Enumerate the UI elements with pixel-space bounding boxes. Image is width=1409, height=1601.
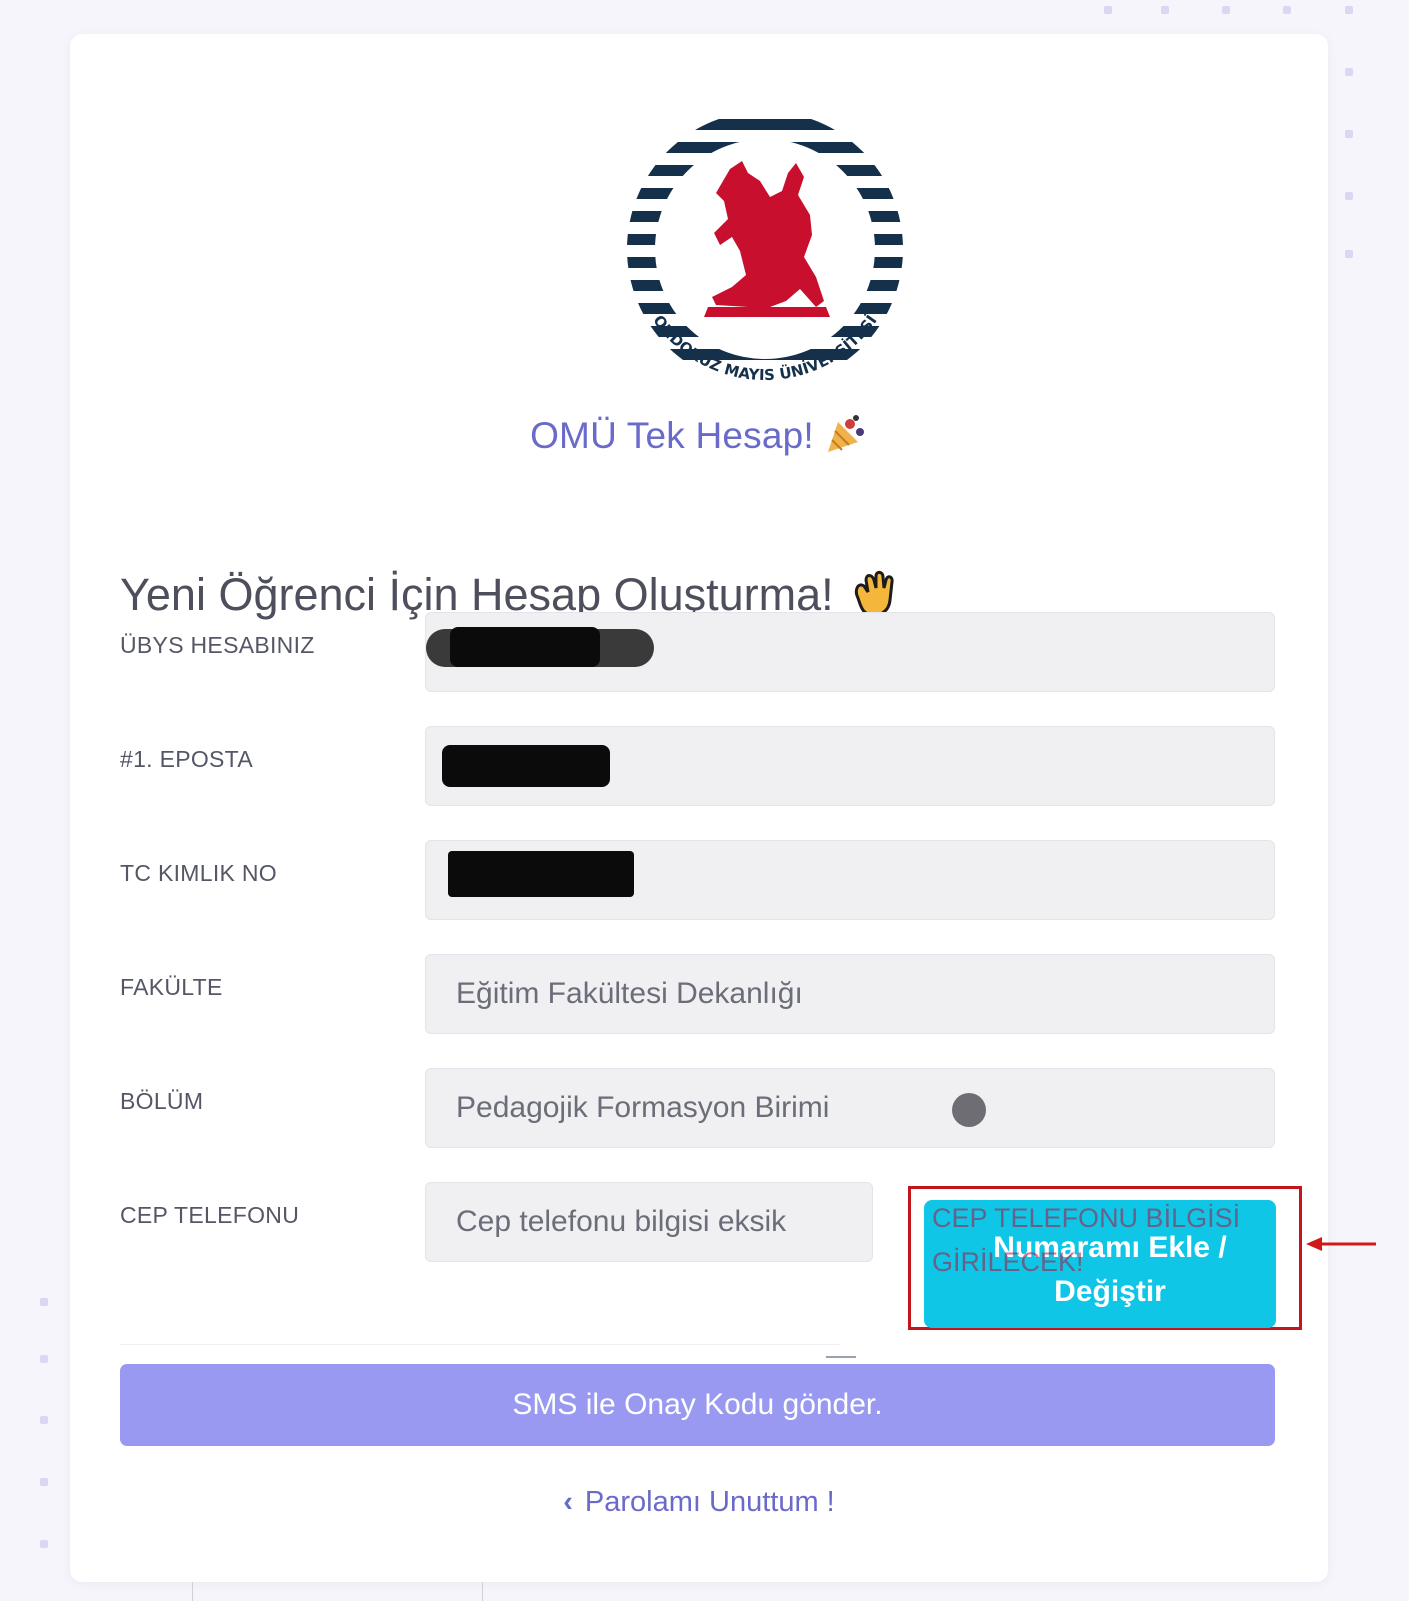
send-sms-code-button[interactable]: SMS ile Onay Kodu gönder. [120,1364,1275,1446]
department-value: Pedagojik Formasyon Birimi [456,1091,830,1124]
brand-title: OMÜ Tek Hesap! [70,412,1328,457]
cursor-dot-icon [952,1093,986,1127]
department-label: BÖLÜM [120,1088,204,1114]
tc-id-field[interactable] [425,840,1275,920]
ubys-account-field[interactable] [425,612,1275,692]
tc-id-label: TC KIMLIK NO [120,860,277,886]
faculty-label: FAKÜLTE [120,974,223,1000]
page: ONDOKUZ MAYIS ÜNİVERSİTESİ OMÜ Tek Hesap… [0,0,1409,1601]
party-popper-icon [827,415,864,452]
university-logo: ONDOKUZ MAYIS ÜNİVERSİTESİ [627,111,903,387]
ubys-account-label: ÜBYS HESABINIZ [120,632,315,658]
phone-value: Cep telefonu bilgisi eksik [456,1205,787,1238]
divider [192,1582,193,1601]
brand-title-text: OMÜ Tek Hesap! [530,415,814,456]
faculty-field[interactable]: Eğitim Fakültesi Dekanlığı [425,954,1275,1034]
signup-card: ONDOKUZ MAYIS ÜNİVERSİTESİ OMÜ Tek Hesap… [70,34,1328,1582]
chevron-left-icon: ‹ [563,1486,573,1518]
redaction-mark [450,627,600,667]
divider [120,1344,840,1345]
annotation-arrow-icon [1306,1237,1376,1251]
faculty-value: Eğitim Fakültesi Dekanlığı [456,977,803,1010]
divider [826,1356,856,1358]
email-label: #1. EPOSTA [120,746,253,772]
redaction-mark [442,745,610,787]
forgot-password-link[interactable]: ‹ Parolamı Unuttum ! [70,1486,1328,1519]
forgot-password-text: Parolamı Unuttum ! [584,1486,835,1518]
phone-field[interactable]: Cep telefonu bilgisi eksik [425,1182,873,1262]
phone-label: CEP TELEFONU [120,1202,300,1228]
divider [482,1582,483,1601]
email-field[interactable] [425,726,1275,806]
redaction-mark [448,851,634,897]
department-field[interactable]: Pedagojik Formasyon Birimi [425,1068,1275,1148]
add-change-phone-button[interactable]: Numaramı Ekle / Değiştir [924,1200,1276,1328]
